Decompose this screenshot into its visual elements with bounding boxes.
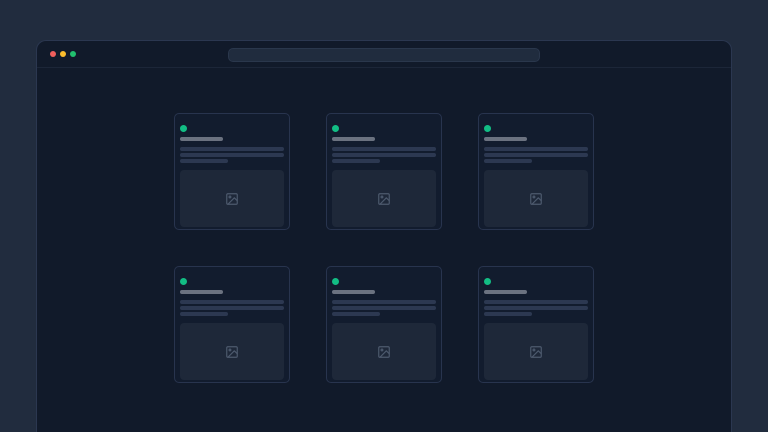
image-placeholder (180, 170, 284, 227)
skeleton-text-line-short (180, 312, 228, 316)
card[interactable] (478, 266, 594, 383)
skeleton-title-line (484, 290, 527, 294)
image-placeholder (332, 323, 436, 380)
skeleton-title-line (180, 290, 223, 294)
skeleton-text-line (180, 306, 284, 310)
skeleton-text-line (180, 147, 284, 151)
card[interactable] (478, 113, 594, 230)
card[interactable] (326, 266, 442, 383)
skeleton-text-line (484, 300, 588, 304)
image-placeholder (484, 170, 588, 227)
image-icon (225, 345, 239, 359)
image-icon (529, 345, 543, 359)
status-dot (332, 125, 339, 132)
skeleton-text-line-short (332, 159, 380, 163)
status-dot (484, 278, 491, 285)
image-placeholder (332, 170, 436, 227)
browser-window (36, 40, 732, 432)
skeleton-text-line (180, 153, 284, 157)
status-dot (180, 125, 187, 132)
skeleton-title-line (332, 290, 375, 294)
zoom-button[interactable] (70, 51, 76, 57)
skeleton-text-line (332, 147, 436, 151)
skeleton-text-line (180, 300, 284, 304)
traffic-lights (50, 51, 76, 57)
url-bar[interactable] (228, 48, 540, 62)
skeleton-text-line (332, 306, 436, 310)
skeleton-text-line (484, 306, 588, 310)
image-icon (377, 345, 391, 359)
card[interactable] (174, 113, 290, 230)
status-dot (332, 278, 339, 285)
window-content (37, 113, 731, 383)
skeleton-text-line (332, 153, 436, 157)
skeleton-title-line (332, 137, 375, 141)
skeleton-text-line-short (484, 159, 532, 163)
skeleton-text-line (332, 300, 436, 304)
card[interactable] (326, 113, 442, 230)
image-icon (225, 192, 239, 206)
window-titlebar (37, 41, 731, 68)
image-icon (529, 192, 543, 206)
minimize-button[interactable] (60, 51, 66, 57)
card[interactable] (174, 266, 290, 383)
skeleton-text-line-short (332, 312, 380, 316)
skeleton-text-line-short (484, 312, 532, 316)
image-placeholder (180, 323, 284, 380)
status-dot (484, 125, 491, 132)
skeleton-text-line (484, 147, 588, 151)
skeleton-text-line (484, 153, 588, 157)
card-grid (174, 113, 594, 383)
skeleton-text-line-short (180, 159, 228, 163)
image-placeholder (484, 323, 588, 380)
image-icon (377, 192, 391, 206)
status-dot (180, 278, 187, 285)
skeleton-title-line (180, 137, 223, 141)
skeleton-title-line (484, 137, 527, 141)
desktop-background (0, 0, 768, 432)
close-button[interactable] (50, 51, 56, 57)
